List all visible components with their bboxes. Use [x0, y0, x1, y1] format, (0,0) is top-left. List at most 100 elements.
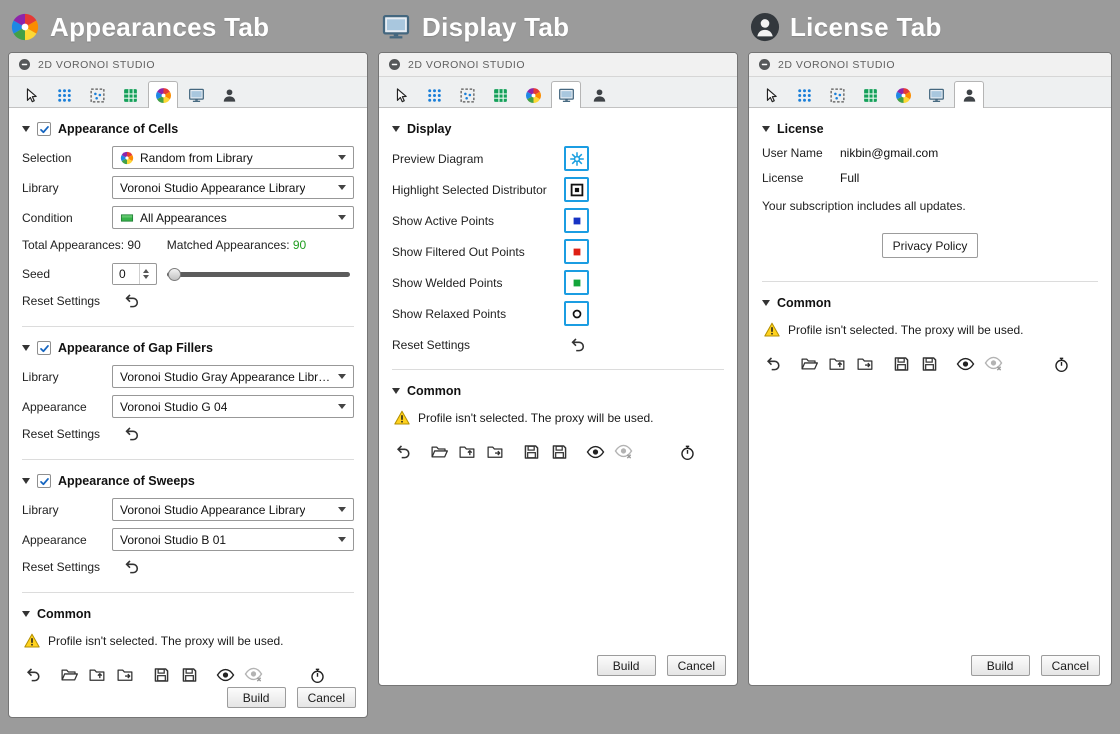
tab-display[interactable]	[551, 81, 581, 108]
tab-strip	[379, 77, 737, 108]
build-button[interactable]: Build	[970, 655, 1030, 676]
seed-spinner[interactable]	[139, 264, 152, 284]
undo-icon[interactable]	[123, 558, 141, 576]
sweeps-appearance-dropdown[interactable]: Voronoi Studio B 01	[112, 528, 354, 551]
appearances-column-title: Appearances Tab	[10, 8, 368, 46]
tab-cells[interactable]	[82, 82, 112, 107]
cancel-button[interactable]: Cancel	[666, 655, 726, 676]
collapse-triangle-icon[interactable]	[22, 345, 30, 351]
privacy-policy-button[interactable]: Privacy Policy	[881, 233, 979, 258]
seed-slider[interactable]	[167, 264, 354, 284]
cancel-button[interactable]: Cancel	[296, 687, 356, 708]
screenshot-root: { "columns": [ {"title": "Appearances Ta…	[0, 0, 1120, 734]
build-button[interactable]: Build	[596, 655, 656, 676]
tab-license[interactable]	[954, 81, 984, 108]
eye-off-icon[interactable]	[614, 443, 633, 461]
cancel-button[interactable]: Cancel	[1040, 655, 1100, 676]
section-display[interactable]: Display	[392, 122, 724, 136]
cells-enabled-checkbox[interactable]	[37, 122, 51, 136]
library-dropdown[interactable]: Voronoi Studio Appearance Library	[112, 176, 354, 199]
show-active-points-toggle[interactable]	[564, 208, 589, 233]
tab-points[interactable]	[789, 82, 819, 107]
undo-icon[interactable]	[123, 292, 141, 310]
export-profile-icon[interactable]	[856, 355, 875, 373]
tab-appearances[interactable]	[148, 81, 178, 108]
collapse-panel-icon[interactable]	[18, 58, 31, 71]
save-profile-as-icon[interactable]	[920, 355, 939, 373]
import-profile-icon[interactable]	[458, 443, 477, 461]
tab-appearances[interactable]	[518, 82, 548, 107]
tab-select[interactable]	[386, 82, 416, 107]
tab-select[interactable]	[756, 82, 786, 107]
undo-icon[interactable]	[569, 336, 587, 354]
open-profile-folder-icon[interactable]	[430, 443, 449, 461]
collapse-triangle-icon[interactable]	[22, 611, 30, 617]
tab-appearances[interactable]	[888, 82, 918, 107]
show-filtered-out-points-toggle[interactable]	[564, 239, 589, 264]
preview-diagram-label: Preview Diagram	[392, 151, 484, 166]
section-appearance-of-gap-fillers[interactable]: Appearance of Gap Fillers	[22, 341, 354, 355]
tab-cells[interactable]	[452, 82, 482, 107]
section-appearance-of-cells[interactable]: Appearance of Cells	[22, 122, 354, 136]
tab-display[interactable]	[921, 82, 951, 107]
gap-appearance-dropdown[interactable]: Voronoi Studio G 04	[112, 395, 354, 418]
sweeps-library-dropdown[interactable]: Voronoi Studio Appearance Library	[112, 498, 354, 521]
dropdown-value: Voronoi Studio Appearance Library	[120, 502, 306, 517]
undo-icon[interactable]	[764, 355, 783, 373]
tab-license[interactable]	[584, 82, 614, 107]
tab-points[interactable]	[419, 82, 449, 107]
tab-points[interactable]	[49, 82, 79, 107]
import-profile-icon[interactable]	[828, 355, 847, 373]
section-common[interactable]: Common	[762, 296, 1098, 310]
show-relaxed-points-toggle[interactable]	[564, 301, 589, 326]
caret-down-icon	[338, 404, 346, 409]
seed-input[interactable]	[113, 264, 139, 284]
sweeps-enabled-checkbox[interactable]	[37, 474, 51, 488]
collapse-triangle-icon[interactable]	[392, 388, 400, 394]
save-profile-icon[interactable]	[522, 443, 541, 461]
save-profile-icon[interactable]	[892, 355, 911, 373]
slider-track[interactable]	[167, 272, 350, 277]
preview-diagram-toggle[interactable]	[564, 146, 589, 171]
tab-gap-fillers[interactable]	[115, 82, 145, 107]
total-appearances-value: 90	[127, 238, 141, 252]
save-profile-as-icon[interactable]	[550, 443, 569, 461]
eye-icon[interactable]	[586, 443, 605, 461]
collapse-triangle-icon[interactable]	[22, 126, 30, 132]
slider-handle[interactable]	[168, 267, 181, 281]
recompute-timer-icon[interactable]	[1053, 356, 1070, 373]
tab-select[interactable]	[16, 82, 46, 107]
undo-icon[interactable]	[123, 425, 141, 443]
export-profile-icon[interactable]	[486, 443, 505, 461]
collapse-panel-icon[interactable]	[758, 58, 771, 71]
tab-gap-fillers[interactable]	[855, 82, 885, 107]
eye-icon[interactable]	[956, 355, 975, 373]
section-appearance-of-sweeps[interactable]: Appearance of Sweeps	[22, 474, 354, 488]
collapse-triangle-icon[interactable]	[762, 126, 770, 132]
section-common[interactable]: Common	[22, 607, 354, 621]
selection-dropdown[interactable]: Random from Library	[112, 146, 354, 169]
highlight-selected-distributor-toggle[interactable]	[564, 177, 589, 202]
build-button[interactable]: Build	[226, 687, 286, 708]
tab-gap-fillers[interactable]	[485, 82, 515, 107]
recompute-timer-icon[interactable]	[679, 444, 696, 461]
tab-license[interactable]	[214, 82, 244, 107]
condition-dropdown[interactable]: All Appearances	[112, 206, 354, 229]
collapse-triangle-icon[interactable]	[22, 478, 30, 484]
person-icon	[591, 87, 608, 104]
section-license[interactable]: License	[762, 122, 1098, 136]
collapse-triangle-icon[interactable]	[392, 126, 400, 132]
gap-library-dropdown[interactable]: Voronoi Studio Gray Appearance Library	[112, 365, 354, 388]
undo-icon[interactable]	[394, 443, 413, 461]
gap-fillers-enabled-checkbox[interactable]	[37, 341, 51, 355]
open-profile-folder-icon[interactable]	[800, 355, 819, 373]
show-welded-points-toggle[interactable]	[564, 270, 589, 295]
tab-display[interactable]	[181, 82, 211, 107]
tab-cells[interactable]	[822, 82, 852, 107]
panel-footer: Build Cancel	[379, 649, 737, 685]
collapse-triangle-icon[interactable]	[762, 300, 770, 306]
monitor-icon	[380, 12, 412, 42]
collapse-panel-icon[interactable]	[388, 58, 401, 71]
section-common[interactable]: Common	[392, 384, 724, 398]
eye-off-icon[interactable]	[984, 355, 1003, 373]
